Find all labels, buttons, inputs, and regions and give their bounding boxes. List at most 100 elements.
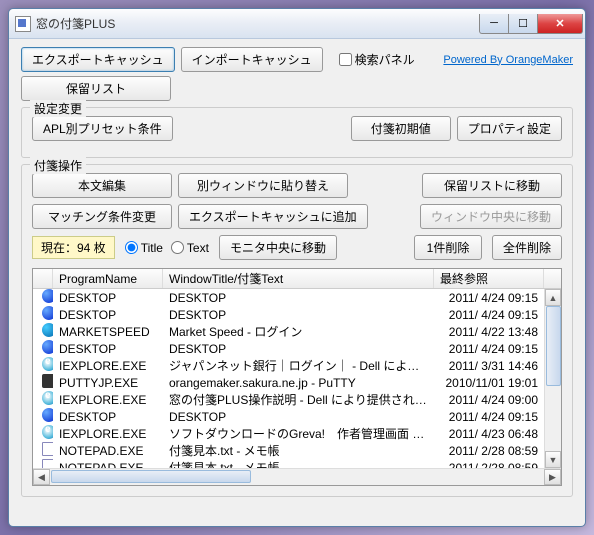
apl-preset-button[interactable]: APL別プリセット条件 bbox=[32, 116, 173, 141]
putty-icon bbox=[42, 374, 53, 388]
row-title: ジャパンネット銀行｜ログイン｜ - Dell により提供され… bbox=[163, 357, 434, 374]
col-icon-header[interactable] bbox=[33, 269, 53, 288]
ie-icon bbox=[42, 425, 53, 439]
row-date: 2011/ 4/24 09:15 bbox=[434, 342, 544, 356]
titlebar[interactable]: 窓の付箋PLUS ─ ☐ ✕ bbox=[9, 9, 585, 39]
note-icon bbox=[42, 442, 53, 456]
table-row[interactable]: DESKTOPDESKTOP2011/ 4/24 09:15 bbox=[33, 306, 544, 323]
ie-icon bbox=[42, 391, 53, 405]
delete-one-button[interactable]: 1件削除 bbox=[414, 235, 482, 260]
row-date: 2011/ 2/28 08:59 bbox=[434, 444, 544, 458]
import-cache-button[interactable]: インポートキャッシュ bbox=[181, 47, 323, 72]
count-badge: 現在：94 枚 bbox=[32, 236, 115, 259]
col-date-header[interactable]: 最終参照 bbox=[434, 269, 544, 288]
vscroll-thumb[interactable] bbox=[546, 306, 561, 386]
list-body: DESKTOPDESKTOP2011/ 4/24 09:15DESKTOPDES… bbox=[33, 289, 561, 468]
delete-all-button[interactable]: 全件削除 bbox=[492, 235, 562, 260]
mkt-icon bbox=[42, 323, 53, 337]
hscroll-thumb[interactable] bbox=[51, 470, 251, 483]
move-center-button[interactable]: ウィンドウ中央に移動 bbox=[420, 204, 562, 229]
change-match-button[interactable]: マッチング条件変更 bbox=[32, 204, 172, 229]
move-hold-button[interactable]: 保留リストに移動 bbox=[422, 173, 562, 198]
monitor-center-button[interactable]: モニタ中央に移動 bbox=[219, 235, 337, 260]
note-icon bbox=[42, 459, 53, 468]
row-date: 2011/ 2/28 08:59 bbox=[434, 461, 544, 469]
row-program: DESKTOP bbox=[53, 342, 163, 356]
radio-title[interactable]: Title bbox=[125, 241, 163, 255]
row-icon-cell bbox=[33, 459, 53, 468]
operation-group: 付箋操作 本文編集 別ウィンドウに貼り替え 保留リストに移動 マッチング条件変更… bbox=[21, 164, 573, 497]
table-row[interactable]: PUTTYJP.EXEorangemaker.sakura.ne.jp - Pu… bbox=[33, 374, 544, 391]
hscroll-track[interactable] bbox=[50, 469, 544, 485]
export-cache-button[interactable]: エクスポートキャッシュ bbox=[21, 47, 175, 72]
row-title: 窓の付箋PLUS操作説明 - Dell により提供された Intern… bbox=[163, 391, 434, 408]
table-row[interactable]: IEXPLORE.EXEジャパンネット銀行｜ログイン｜ - Dell により提供… bbox=[33, 357, 544, 374]
settings-group: 設定変更 APL別プリセット条件 付箋初期値 プロパティ設定 bbox=[21, 107, 573, 158]
minimize-button[interactable]: ─ bbox=[479, 14, 509, 34]
table-row[interactable]: DESKTOPDESKTOP2011/ 4/24 09:15 bbox=[33, 408, 544, 425]
content-area: エクスポートキャッシュ インポートキャッシュ 検索パネル Powered By … bbox=[9, 39, 585, 505]
row-title: Market Speed - ログイン bbox=[163, 323, 434, 340]
list-header: ProgramName WindowTitle/付箋Text 最終参照 bbox=[33, 269, 561, 289]
scroll-right-button[interactable]: ▶ bbox=[544, 469, 561, 485]
edit-body-button[interactable]: 本文編集 bbox=[32, 173, 172, 198]
top-toolbar-2: 保留リスト bbox=[21, 76, 573, 101]
search-panel-checkbox[interactable]: 検索パネル bbox=[339, 51, 415, 68]
row-date: 2011/ 4/24 09:15 bbox=[434, 291, 544, 305]
table-row[interactable]: DESKTOPDESKTOP2011/ 4/24 09:15 bbox=[33, 340, 544, 357]
col-program-header[interactable]: ProgramName bbox=[53, 269, 163, 288]
vertical-scrollbar[interactable]: ▲ ▼ bbox=[544, 289, 561, 468]
row-icon-cell bbox=[33, 391, 53, 408]
scroll-left-button[interactable]: ◀ bbox=[33, 469, 50, 485]
powered-by-link[interactable]: Powered By OrangeMaker bbox=[443, 54, 573, 66]
table-row[interactable]: IEXPLORE.EXE窓の付箋PLUS操作説明 - Dell により提供された… bbox=[33, 391, 544, 408]
row-icon-cell bbox=[33, 408, 53, 425]
scroll-down-button[interactable]: ▼ bbox=[545, 451, 561, 468]
horizontal-scrollbar[interactable]: ◀ ▶ bbox=[33, 468, 561, 485]
col-title-header[interactable]: WindowTitle/付箋Text bbox=[163, 269, 434, 288]
search-panel-label: 検索パネル bbox=[355, 51, 415, 68]
table-row[interactable]: NOTEPAD.EXE付箋見本.txt - メモ帳2011/ 2/28 08:5… bbox=[33, 442, 544, 459]
row-program: NOTEPAD.EXE bbox=[53, 444, 163, 458]
add-export-button[interactable]: エクスポートキャッシュに追加 bbox=[178, 204, 368, 229]
row-program: MARKETSPEED bbox=[53, 325, 163, 339]
search-panel-input[interactable] bbox=[339, 53, 352, 66]
maximize-button[interactable]: ☐ bbox=[508, 14, 538, 34]
settings-label: 設定変更 bbox=[30, 100, 86, 117]
hold-list-button[interactable]: 保留リスト bbox=[21, 76, 171, 101]
radio-text[interactable]: Text bbox=[171, 241, 209, 255]
row-program: IEXPLORE.EXE bbox=[53, 393, 163, 407]
list-view[interactable]: ProgramName WindowTitle/付箋Text 最終参照 DESK… bbox=[32, 268, 562, 486]
row-date: 2011/ 4/24 09:15 bbox=[434, 308, 544, 322]
ie-icon bbox=[42, 357, 53, 371]
row-program: IEXPLORE.EXE bbox=[53, 427, 163, 441]
row-title: orangemaker.sakura.ne.jp - PuTTY bbox=[163, 376, 434, 390]
paste-other-button[interactable]: 別ウィンドウに貼り替え bbox=[178, 173, 348, 198]
app-window: 窓の付箋PLUS ─ ☐ ✕ エクスポートキャッシュ インポートキャッシュ 検索… bbox=[8, 8, 586, 527]
property-button[interactable]: プロパティ設定 bbox=[457, 116, 562, 141]
blue-icon bbox=[42, 408, 53, 422]
app-icon bbox=[15, 16, 31, 32]
row-date: 2011/ 3/31 14:46 bbox=[434, 359, 544, 373]
row-icon-cell bbox=[33, 425, 53, 442]
row-icon-cell bbox=[33, 357, 53, 374]
row-icon-cell bbox=[33, 289, 53, 306]
close-button[interactable]: ✕ bbox=[537, 14, 583, 34]
row-title: 付箋見本.txt - メモ帳 bbox=[163, 459, 434, 468]
window-controls: ─ ☐ ✕ bbox=[480, 14, 583, 34]
sticky-default-button[interactable]: 付箋初期値 bbox=[351, 116, 451, 141]
row-title: DESKTOP bbox=[163, 342, 434, 356]
table-row[interactable]: DESKTOPDESKTOP2011/ 4/24 09:15 bbox=[33, 289, 544, 306]
col-scroll-header bbox=[544, 269, 561, 288]
table-row[interactable]: NOTEPAD.EXE付箋見本.txt - メモ帳2011/ 2/28 08:5… bbox=[33, 459, 544, 468]
row-icon-cell bbox=[33, 374, 53, 391]
row-program: NOTEPAD.EXE bbox=[53, 461, 163, 469]
row-date: 2011/ 4/24 09:15 bbox=[434, 410, 544, 424]
table-row[interactable]: MARKETSPEEDMarket Speed - ログイン2011/ 4/22… bbox=[33, 323, 544, 340]
row-title: ソフトダウンロードのGreva! 作者管理画面 - Dell によ… bbox=[163, 425, 434, 442]
scroll-up-button[interactable]: ▲ bbox=[545, 289, 561, 306]
row-icon-cell bbox=[33, 442, 53, 459]
row-icon-cell bbox=[33, 323, 53, 340]
row-date: 2011/ 4/24 09:00 bbox=[434, 393, 544, 407]
table-row[interactable]: IEXPLORE.EXEソフトダウンロードのGreva! 作者管理画面 - De… bbox=[33, 425, 544, 442]
